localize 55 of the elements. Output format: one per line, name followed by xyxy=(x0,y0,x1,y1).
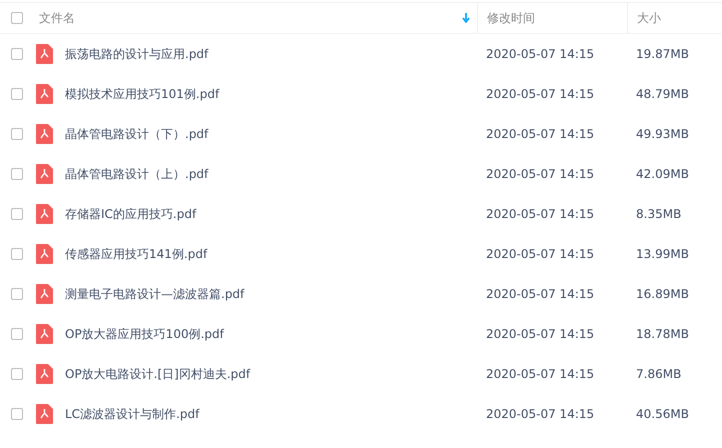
file-size: 40.56MB xyxy=(635,407,690,421)
modified-time: 2020-05-07 14:15 xyxy=(485,87,596,101)
row-checkbox[interactable] xyxy=(11,88,23,100)
file-size: 13.99MB xyxy=(635,247,690,261)
file-name[interactable]: OP放大器应用技巧100例.pdf xyxy=(65,326,224,342)
column-header[interactable]: 大小 xyxy=(637,10,661,26)
file-size: 16.89MB xyxy=(635,287,690,301)
column-header[interactable]: 文件名 xyxy=(39,10,462,26)
file-size: 18.78MB xyxy=(635,327,690,341)
modified-time: 2020-05-07 14:15 xyxy=(485,127,596,141)
row-checkbox[interactable] xyxy=(11,128,23,140)
sort-arrow-icon[interactable] xyxy=(462,13,470,23)
row-checkbox[interactable] xyxy=(11,168,23,180)
row-checkbox[interactable] xyxy=(11,48,23,60)
pdf-file-icon xyxy=(36,84,53,104)
pdf-file-icon xyxy=(36,44,53,64)
row-checkbox[interactable] xyxy=(11,288,23,300)
select-all-checkbox[interactable] xyxy=(11,12,23,24)
modified-time: 2020-05-07 14:15 xyxy=(485,327,596,341)
modified-time: 2020-05-07 14:15 xyxy=(485,287,596,301)
file-size: 8.35MB xyxy=(635,207,682,221)
file-name[interactable]: 晶体管电路设计（上）.pdf xyxy=(65,166,208,182)
pdf-file-icon xyxy=(36,204,53,224)
file-name[interactable]: 晶体管电路设计（下）.pdf xyxy=(65,126,208,142)
modified-time: 2020-05-07 14:15 xyxy=(485,407,596,421)
pdf-file-icon xyxy=(36,164,53,184)
pdf-file-icon xyxy=(36,404,53,424)
pdf-file-icon xyxy=(36,244,53,264)
file-size: 49.93MB xyxy=(635,127,690,141)
modified-time: 2020-05-07 14:15 xyxy=(485,47,596,61)
row-checkbox[interactable] xyxy=(11,368,23,380)
row-checkbox[interactable] xyxy=(11,408,23,420)
file-name[interactable]: 存储器IC的应用技巧.pdf xyxy=(65,206,196,222)
modified-time: 2020-05-07 14:15 xyxy=(485,167,596,181)
file-name[interactable]: 振荡电路的设计与应用.pdf xyxy=(65,46,208,62)
row-checkbox[interactable] xyxy=(11,248,23,260)
column-header[interactable]: 修改时间 xyxy=(487,10,535,26)
pdf-file-icon xyxy=(36,124,53,144)
pdf-file-icon xyxy=(36,324,53,344)
row-checkbox[interactable] xyxy=(11,328,23,340)
modified-time: 2020-05-07 14:15 xyxy=(485,367,596,381)
row-checkbox[interactable] xyxy=(11,208,23,220)
file-name[interactable]: 测量电子电路设计—滤波器篇.pdf xyxy=(65,286,244,302)
file-size: 19.87MB xyxy=(635,47,690,61)
modified-time: 2020-05-07 14:15 xyxy=(485,247,596,261)
file-size: 7.86MB xyxy=(635,367,682,381)
pdf-file-icon xyxy=(36,284,53,304)
file-name[interactable]: 传感器应用技巧141例.pdf xyxy=(65,246,208,262)
file-name[interactable]: LC滤波器设计与制作.pdf xyxy=(65,406,200,422)
modified-time: 2020-05-07 14:15 xyxy=(485,207,596,221)
file-size: 42.09MB xyxy=(635,167,690,181)
file-size: 48.79MB xyxy=(635,87,690,101)
file-name[interactable]: 模拟技术应用技巧101例.pdf xyxy=(65,86,220,102)
file-name[interactable]: OP放大电路设计.[日]冈村迪夫.pdf xyxy=(65,366,250,382)
pdf-file-icon xyxy=(36,364,53,384)
